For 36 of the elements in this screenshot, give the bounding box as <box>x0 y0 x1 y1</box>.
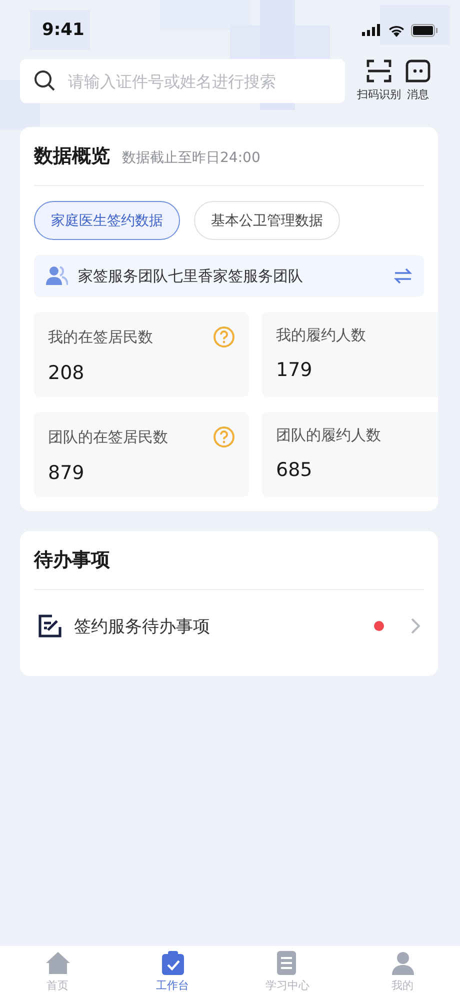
message-icon <box>405 59 431 83</box>
help-icon[interactable] <box>213 326 235 348</box>
help-icon[interactable] <box>213 426 235 448</box>
team-selector[interactable]: 家签服务团队七里香家签服务团队 <box>34 255 424 297</box>
clipboard-check-icon <box>160 950 184 976</box>
status-time: 9:41 <box>42 20 84 40</box>
home-icon <box>44 950 70 976</box>
stat-label: 团队的履约人数 <box>276 426 381 445</box>
search-icon <box>34 70 56 92</box>
stat-value: 179 <box>276 359 312 381</box>
scan-icon <box>366 59 392 83</box>
people-icon <box>46 266 68 286</box>
stat-label: 我的履约人数 <box>276 326 366 345</box>
message-button[interactable]: 消息 <box>405 59 431 102</box>
search-field[interactable]: 请输入证件号或姓名进行搜索 <box>20 59 345 103</box>
wifi-icon <box>388 24 405 36</box>
data-tab[interactable]: 基本公卫管理数据 <box>194 201 340 240</box>
chevron-right-icon <box>410 618 420 634</box>
battery-icon <box>411 24 438 36</box>
person-icon <box>390 950 414 976</box>
tab-bar-item[interactable]: 工作台 <box>132 950 212 996</box>
todo-item[interactable]: 签约服务待办事项 <box>34 590 424 676</box>
stat-value: 208 <box>48 362 84 384</box>
data-cutoff-note: 数据截止至昨日24:00 <box>122 149 260 167</box>
edit-list-icon <box>38 614 62 638</box>
scan-button[interactable]: 扫码识别 <box>357 59 401 102</box>
stat-label: 团队的在签居民数 <box>48 428 168 446</box>
section-title: 待办事项 <box>34 548 111 573</box>
switch-icon[interactable] <box>394 268 412 284</box>
stat-value: 879 <box>48 462 84 484</box>
section-title: 数据概览 <box>34 144 110 169</box>
signal-icon <box>362 24 382 36</box>
team-name: 家签服务团队七里香家签服务团队 <box>78 266 304 286</box>
stat-label: 我的在签居民数 <box>48 328 153 346</box>
data-tab[interactable]: 家庭医生签约数据 <box>34 201 180 240</box>
stat-value: 685 <box>276 459 312 481</box>
